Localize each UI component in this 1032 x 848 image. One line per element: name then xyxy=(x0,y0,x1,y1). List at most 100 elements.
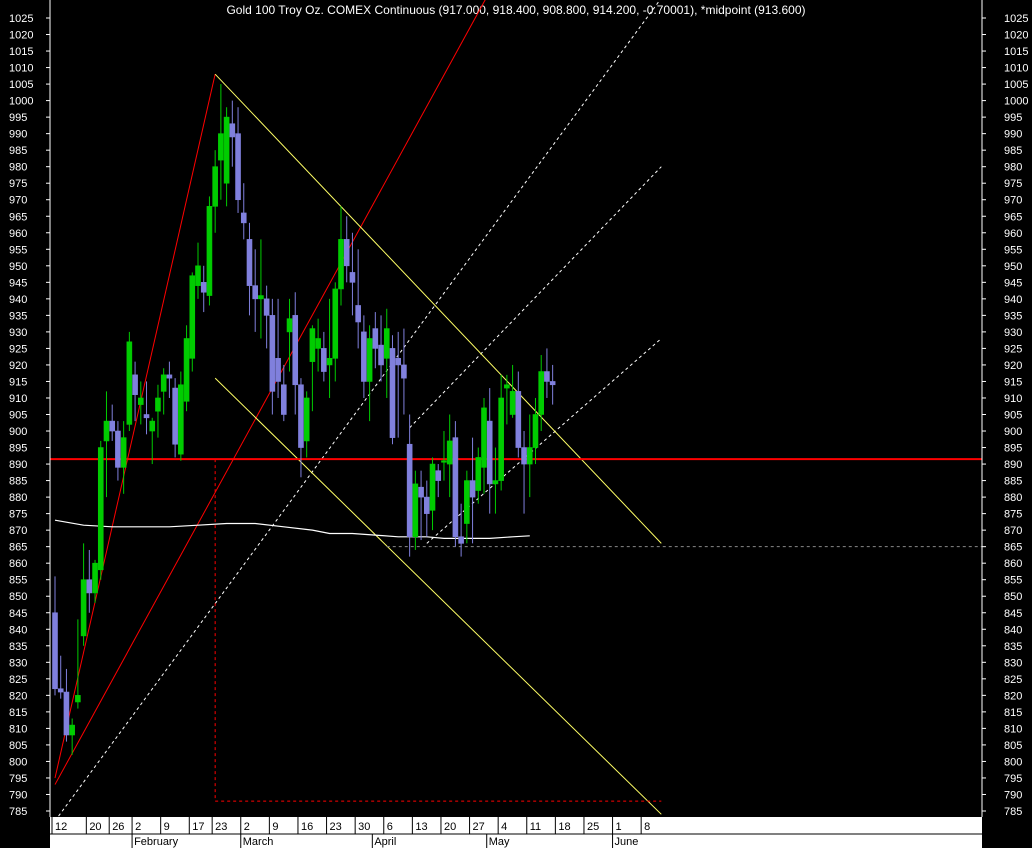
candle-body xyxy=(509,391,516,415)
y-tick-label-right: 890 xyxy=(1004,459,1022,471)
candle-body xyxy=(52,612,58,690)
y-tick-label-right: 965 xyxy=(1004,211,1022,223)
candle-body xyxy=(469,480,476,498)
y-tick-label-right: 800 xyxy=(1004,756,1022,768)
candle-body xyxy=(321,348,327,372)
y-tick-label-right: 920 xyxy=(1004,360,1022,372)
y-tick-label-left: 950 xyxy=(9,261,27,273)
y-tick-label-left: 990 xyxy=(9,129,27,141)
candle-body xyxy=(435,470,442,481)
candle-body xyxy=(298,384,304,448)
candle-body xyxy=(69,724,75,736)
y-tick-label-right: 945 xyxy=(1004,277,1022,289)
candle-body xyxy=(452,437,459,538)
y-tick-label-right: 905 xyxy=(1004,410,1022,422)
candle-body xyxy=(332,288,339,359)
y-tick-label-right: 985 xyxy=(1004,145,1022,157)
y-tick-label-left: 875 xyxy=(9,509,27,521)
y-tick-label-right: 845 xyxy=(1004,608,1022,620)
candle-body xyxy=(280,384,287,415)
chart-title: Gold 100 Troy Oz. COMEX Continuous (917.… xyxy=(226,3,805,17)
y-tick-label-right: 970 xyxy=(1004,195,1022,207)
y-tick-label-right: 835 xyxy=(1004,641,1022,653)
candle xyxy=(189,272,196,372)
candle-body xyxy=(303,397,310,442)
y-tick-label-left: 945 xyxy=(9,277,27,289)
x-day-label: 25 xyxy=(587,821,599,833)
candle-body xyxy=(372,328,379,349)
x-day-label: 11 xyxy=(530,821,541,833)
y-tick-label-left: 885 xyxy=(9,476,27,488)
x-day-label: 4 xyxy=(501,821,507,833)
candle-body xyxy=(240,212,247,224)
y-tick-label-right: 960 xyxy=(1004,228,1022,240)
candle-body xyxy=(492,480,499,485)
candle-body xyxy=(218,133,224,161)
y-tick-label-left: 810 xyxy=(9,723,27,735)
x-day-label: 23 xyxy=(330,821,342,833)
candle-body xyxy=(75,695,81,703)
y-tick-label-left: 1005 xyxy=(9,79,33,91)
candle-body xyxy=(235,133,241,201)
y-tick-label-right: 930 xyxy=(1004,327,1022,339)
candle-body xyxy=(292,315,299,386)
y-tick-label-right: 810 xyxy=(1004,723,1022,735)
y-tick-label-left: 1025 xyxy=(9,13,33,25)
candle-body xyxy=(229,123,236,138)
candle-body xyxy=(532,414,539,448)
y-tick-label-right: 865 xyxy=(1004,542,1022,554)
candle-body xyxy=(538,371,545,415)
y-tick-label-right: 995 xyxy=(1004,112,1022,124)
y-tick-label-right: 980 xyxy=(1004,162,1022,174)
candle-body xyxy=(549,381,556,386)
y-tick-label-right: 860 xyxy=(1004,558,1022,570)
y-tick-label-left: 1015 xyxy=(9,46,33,58)
y-tick-label-left: 980 xyxy=(9,162,27,174)
y-tick-label-right: 830 xyxy=(1004,657,1022,669)
y-tick-label-right: 1025 xyxy=(1004,13,1028,25)
y-tick-label-right: 940 xyxy=(1004,294,1022,306)
candle-body xyxy=(120,437,127,468)
y-tick-label-left: 930 xyxy=(9,327,27,339)
candle-body xyxy=(269,315,276,392)
y-tick-label-right: 880 xyxy=(1004,492,1022,504)
y-tick-label-left: 1010 xyxy=(9,63,33,75)
candle-body xyxy=(212,166,218,207)
x-month-label: February xyxy=(134,836,179,848)
candle-body xyxy=(195,265,201,286)
candle-body xyxy=(464,480,470,524)
candle-body xyxy=(446,440,453,465)
x-day-label: 18 xyxy=(558,821,570,833)
y-tick-label-left: 890 xyxy=(9,459,27,471)
y-tick-label-right: 925 xyxy=(1004,343,1022,355)
y-tick-label-right: 900 xyxy=(1004,426,1022,438)
candle-body xyxy=(521,447,527,465)
candle-body xyxy=(206,206,213,296)
y-tick-label-right: 950 xyxy=(1004,261,1022,273)
y-tick-label-left: 865 xyxy=(9,542,27,554)
y-tick-label-left: 820 xyxy=(9,690,27,702)
x-day-label: 27 xyxy=(473,821,485,833)
x-day-label: 9 xyxy=(272,821,278,833)
candle-body xyxy=(223,116,230,184)
candle-body xyxy=(103,420,110,442)
y-tick-label-right: 815 xyxy=(1004,707,1022,719)
y-tick-label-left: 960 xyxy=(9,228,27,240)
y-tick-label-left: 1020 xyxy=(9,30,33,42)
y-tick-label-right: 850 xyxy=(1004,591,1022,603)
candle-body xyxy=(252,285,258,300)
y-tick-label-left: 985 xyxy=(9,145,27,157)
candle-body xyxy=(475,457,482,491)
y-tick-label-right: 1020 xyxy=(1004,30,1028,42)
x-day-label: 8 xyxy=(644,821,650,833)
y-tick-label-left: 805 xyxy=(9,740,27,752)
candle-body xyxy=(57,688,64,693)
x-day-label: 23 xyxy=(215,821,227,833)
candle-body xyxy=(183,338,190,402)
x-day-label: 30 xyxy=(358,821,370,833)
candle-body xyxy=(92,562,98,594)
x-axis-band xyxy=(50,817,982,848)
y-tick-label-right: 820 xyxy=(1004,690,1022,702)
y-tick-label-left: 870 xyxy=(9,525,27,537)
y-tick-label-right: 885 xyxy=(1004,476,1022,488)
